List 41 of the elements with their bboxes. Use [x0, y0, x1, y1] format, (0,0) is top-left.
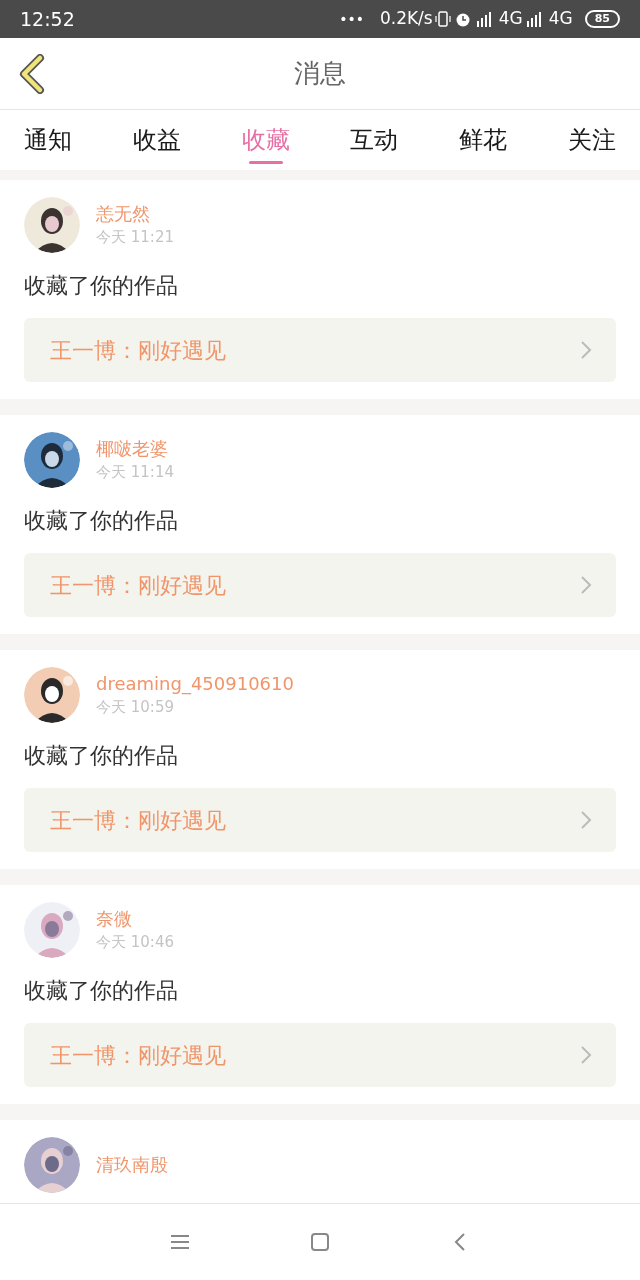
tab[interactable]: 鲜花 [447, 110, 520, 170]
back-icon [454, 1232, 466, 1252]
chevron-right-icon [580, 810, 592, 830]
message-time: 今天 11:21 [96, 227, 174, 248]
user-name[interactable]: 恙无然 [96, 202, 174, 226]
chevron-right-icon [580, 1045, 592, 1065]
chevron-right-icon [580, 575, 592, 595]
tab[interactable]: 互动 [338, 110, 411, 170]
chevron-right-icon [580, 340, 592, 360]
message-time: 今天 10:59 [96, 697, 175, 718]
work-link[interactable]: 王一博：刚好遇见 [24, 318, 616, 382]
status-time: 12:52 [20, 6, 75, 32]
network-type: 4G [548, 7, 573, 31]
user-name[interactable]: 奈微 [96, 907, 174, 931]
vibrate-icon [434, 11, 451, 27]
tab[interactable]: 通知 [12, 110, 84, 170]
work-link[interactable]: 王一博：刚好遇见 [24, 788, 616, 852]
message-text: 收藏了你的作品 [24, 507, 179, 535]
tab[interactable]: 收藏 [229, 110, 302, 170]
message-text: 收藏了你的作品 [24, 272, 179, 300]
page-title: 消息 [294, 57, 346, 90]
battery-indicator: 85 [584, 10, 620, 28]
back-icon [18, 54, 46, 94]
network-speed: 0.2K/s [379, 7, 433, 31]
home-icon [310, 1232, 330, 1252]
user-name[interactable]: dreaming_450910610 [96, 672, 294, 696]
network-type: 4G [498, 7, 523, 31]
work-link[interactable]: 王一博：刚好遇见 [24, 553, 616, 617]
tab-indicator [248, 161, 283, 164]
work-link[interactable]: 王一博：刚好遇见 [24, 1023, 616, 1087]
tab[interactable]: 收益 [120, 110, 193, 170]
alarm-icon [454, 11, 471, 27]
message-time: 今天 10:46 [96, 932, 174, 953]
message-text: 收藏了你的作品 [24, 977, 179, 1005]
user-name[interactable]: 椰啵老婆 [96, 437, 174, 461]
tab[interactable]: 关注 [556, 110, 628, 170]
menu-icon [170, 1234, 190, 1250]
message-time: 今天 11:14 [96, 462, 174, 483]
message-text: 收藏了你的作品 [24, 742, 179, 770]
notification-dots: ••• [339, 9, 364, 29]
user-name[interactable]: 清玖南殷 [96, 1153, 168, 1177]
